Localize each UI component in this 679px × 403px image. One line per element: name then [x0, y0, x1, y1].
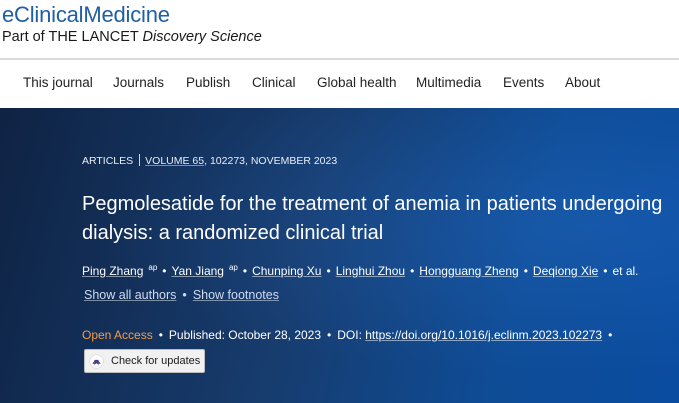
- author-link[interactable]: Linghui Zhou: [336, 264, 405, 278]
- volume-link[interactable]: VOLUME 65: [145, 155, 204, 167]
- brand-tagline-prefix: Part of THE LANCET: [2, 29, 139, 45]
- author-separator: •: [326, 264, 331, 278]
- nav-global-health[interactable]: Global health: [317, 75, 397, 90]
- nav-about[interactable]: About: [565, 75, 600, 90]
- meta-separator: [139, 154, 141, 166]
- pub-separator: •: [608, 328, 613, 342]
- nav-clinical[interactable]: Clinical: [252, 75, 296, 90]
- check-for-updates-label: Check for updates: [111, 355, 201, 367]
- brand-header: eClinicalMedicine Part of THE LANCET Dis…: [0, 0, 679, 60]
- author-list: Ping Zhang ap • Yan Jiang ap • Chunping Xu • Lin…: [82, 263, 639, 278]
- brand-tagline: Part of THE LANCET Discovery Science: [2, 29, 262, 45]
- pub-separator: •: [327, 328, 332, 342]
- nav-multimedia[interactable]: Multimedia: [416, 75, 481, 90]
- nav-publish[interactable]: Publish: [186, 75, 230, 90]
- author-separator: •: [410, 264, 415, 278]
- publication-info: Open Access • Published: October 28, 2023 •…: [82, 328, 618, 342]
- author-separator: •: [162, 264, 167, 278]
- article-hero: ARTICLES VOLUME 65, 102273, NOVEMBER 2023…: [0, 108, 679, 403]
- published-date: Published: October 28, 2023: [168, 328, 322, 342]
- author-affiliation[interactable]: ap: [229, 263, 238, 272]
- check-for-updates-button[interactable]: Check for updates: [84, 349, 205, 373]
- open-access-badge: Open Access: [82, 328, 153, 342]
- author-affiliation[interactable]: ap: [148, 263, 157, 272]
- author-separator: •: [242, 264, 248, 278]
- author-link[interactable]: Deqiong Xie: [533, 264, 598, 278]
- et-al: et al.: [612, 264, 639, 278]
- author-link[interactable]: Ping Zhang: [82, 264, 143, 278]
- doi-label: DOI:: [337, 328, 362, 342]
- author-separator: •: [603, 264, 608, 278]
- brand-tagline-suffix: Discovery Science: [142, 29, 262, 45]
- article-title: Pegmolesatide for the treatment of anemi…: [82, 193, 663, 244]
- nav-this-journal[interactable]: This journal: [23, 75, 93, 90]
- author-separator: •: [523, 264, 528, 278]
- pub-separator: •: [158, 328, 163, 342]
- author-link[interactable]: Yan Jiang: [172, 264, 224, 278]
- article-type: ARTICLES: [82, 155, 134, 167]
- author-toggles: Show all authors • Show footnotes: [84, 288, 279, 302]
- show-all-authors-link[interactable]: Show all authors: [84, 288, 176, 302]
- show-footnotes-link[interactable]: Show footnotes: [193, 288, 279, 302]
- main-nav: This journal Journals Publish Clinical G…: [0, 60, 679, 108]
- author-link[interactable]: Chunping Xu: [252, 264, 321, 278]
- crossmark-icon: [89, 354, 104, 369]
- issue-info: , 102273, NOVEMBER 2023: [204, 155, 338, 167]
- nav-journals[interactable]: Journals: [113, 75, 164, 90]
- doi-link[interactable]: https://doi.org/10.1016/j.eclinm.2023.10…: [365, 328, 602, 342]
- article-meta: ARTICLES VOLUME 65, 102273, NOVEMBER 2023: [82, 154, 337, 167]
- journal-logo[interactable]: eClinicalMedicine: [2, 2, 170, 28]
- author-link[interactable]: Hongguang Zheng: [419, 264, 518, 278]
- toggle-separator: •: [182, 288, 187, 302]
- nav-events[interactable]: Events: [503, 75, 544, 90]
